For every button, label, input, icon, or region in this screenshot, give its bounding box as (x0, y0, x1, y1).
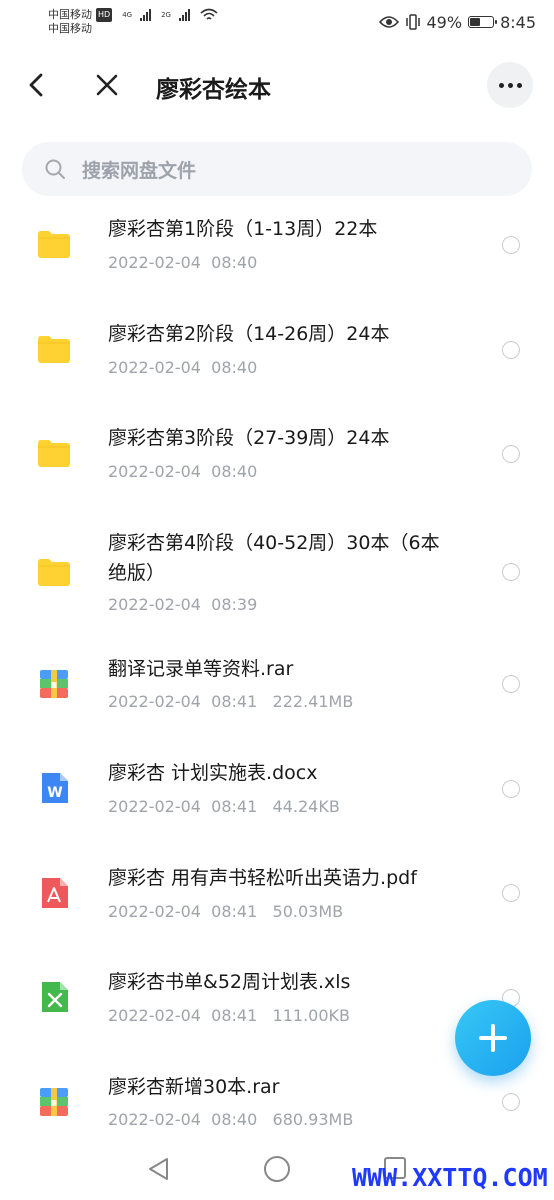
signal-icon (140, 9, 152, 21)
file-meta: 2022-02-04 08:41 222.41MB (108, 692, 354, 711)
file-name: 廖彩杏新增30本.rar (108, 1076, 280, 1098)
nav-home-icon[interactable] (264, 1156, 290, 1182)
select-checkbox[interactable] (502, 780, 520, 798)
select-checkbox[interactable] (502, 563, 520, 581)
file-name: 廖彩杏 用有声书轻松听出英语力.pdf (108, 867, 417, 889)
file-name: 翻译记录单等资料.rar (108, 658, 294, 680)
select-checkbox[interactable] (502, 675, 520, 693)
select-checkbox[interactable] (502, 236, 520, 254)
back-button[interactable] (22, 70, 52, 100)
archive-icon (36, 1084, 72, 1120)
folder-icon (36, 554, 72, 590)
vibrate-icon (405, 14, 420, 30)
status-right: 49% 8:45 (378, 12, 536, 32)
file-meta: 2022-02-04 08:41 44.24KB (108, 797, 340, 816)
carrier-2-label: 中国移动 (48, 22, 92, 35)
page-title: 廖彩杏绘本 (156, 77, 271, 103)
file-name: 廖彩杏第1阶段（1-13周）22本 (108, 218, 378, 240)
more-options-button[interactable] (487, 62, 533, 108)
file-name: 廖彩杏第4阶段（40-52周）30本（6本绝版） (108, 532, 440, 584)
battery-percent: 49% (426, 12, 463, 32)
excel-icon (36, 979, 72, 1015)
file-meta: 2022-02-04 08:40 680.93MB (108, 1110, 354, 1129)
clock: 8:45 (500, 12, 536, 32)
status-bar: 中国移动 HD 4G 2G 中国移动 49% 8:45 (0, 0, 554, 44)
file-name: 廖彩杏 计划实施表.docx (108, 762, 318, 784)
file-meta: 2022-02-04 08:41 50.03MB (108, 902, 344, 921)
close-button[interactable] (92, 70, 122, 100)
file-meta: 2022-02-04 08:40 (108, 253, 258, 272)
battery-icon (468, 16, 498, 28)
file-name: 廖彩杏书单&52周计划表.xls (108, 971, 351, 993)
folder-icon (36, 226, 72, 262)
file-meta: 2022-02-04 08:40 (108, 462, 258, 481)
dot-icon (516, 82, 522, 88)
file-name: 廖彩杏第3阶段（27-39周）24本 (108, 427, 390, 449)
dot-icon (507, 82, 513, 88)
hd-badge: HD (96, 8, 113, 22)
watermark: WWW.XXTTQ.COM (352, 1163, 548, 1192)
select-checkbox[interactable] (502, 341, 520, 359)
network-4g-label: 4G (122, 11, 133, 19)
file-meta: 2022-02-04 08:41 111.00KB (108, 1006, 350, 1025)
file-meta: 2022-02-04 08:40 (108, 358, 258, 377)
folder-icon (36, 435, 72, 471)
archive-icon (36, 666, 72, 702)
search-input[interactable]: 搜索网盘文件 (22, 142, 532, 196)
pdf-icon (36, 875, 72, 911)
word-icon: W (36, 770, 72, 806)
header: 廖彩杏绘本 (0, 56, 554, 116)
svg-text:W: W (47, 785, 62, 801)
carrier-1-label: 中国移动 (48, 8, 92, 21)
carrier-info: 中国移动 HD 4G 2G 中国移动 (48, 8, 218, 36)
file-name: 廖彩杏第2阶段（14-26周）24本 (108, 323, 390, 345)
eye-icon (378, 16, 399, 28)
search-icon (45, 159, 65, 179)
network-2g-label: 2G (161, 11, 171, 19)
add-button[interactable] (455, 1000, 531, 1076)
select-checkbox[interactable] (502, 884, 520, 902)
nav-back-icon[interactable] (146, 1156, 172, 1182)
wifi-icon (200, 8, 218, 20)
file-meta: 2022-02-04 08:39 (108, 595, 258, 614)
dot-icon (498, 82, 504, 88)
select-checkbox[interactable] (502, 1093, 520, 1111)
signal-icon (178, 9, 190, 21)
folder-icon (36, 331, 72, 367)
search-placeholder: 搜索网盘文件 (82, 159, 197, 182)
select-checkbox[interactable] (502, 445, 520, 463)
